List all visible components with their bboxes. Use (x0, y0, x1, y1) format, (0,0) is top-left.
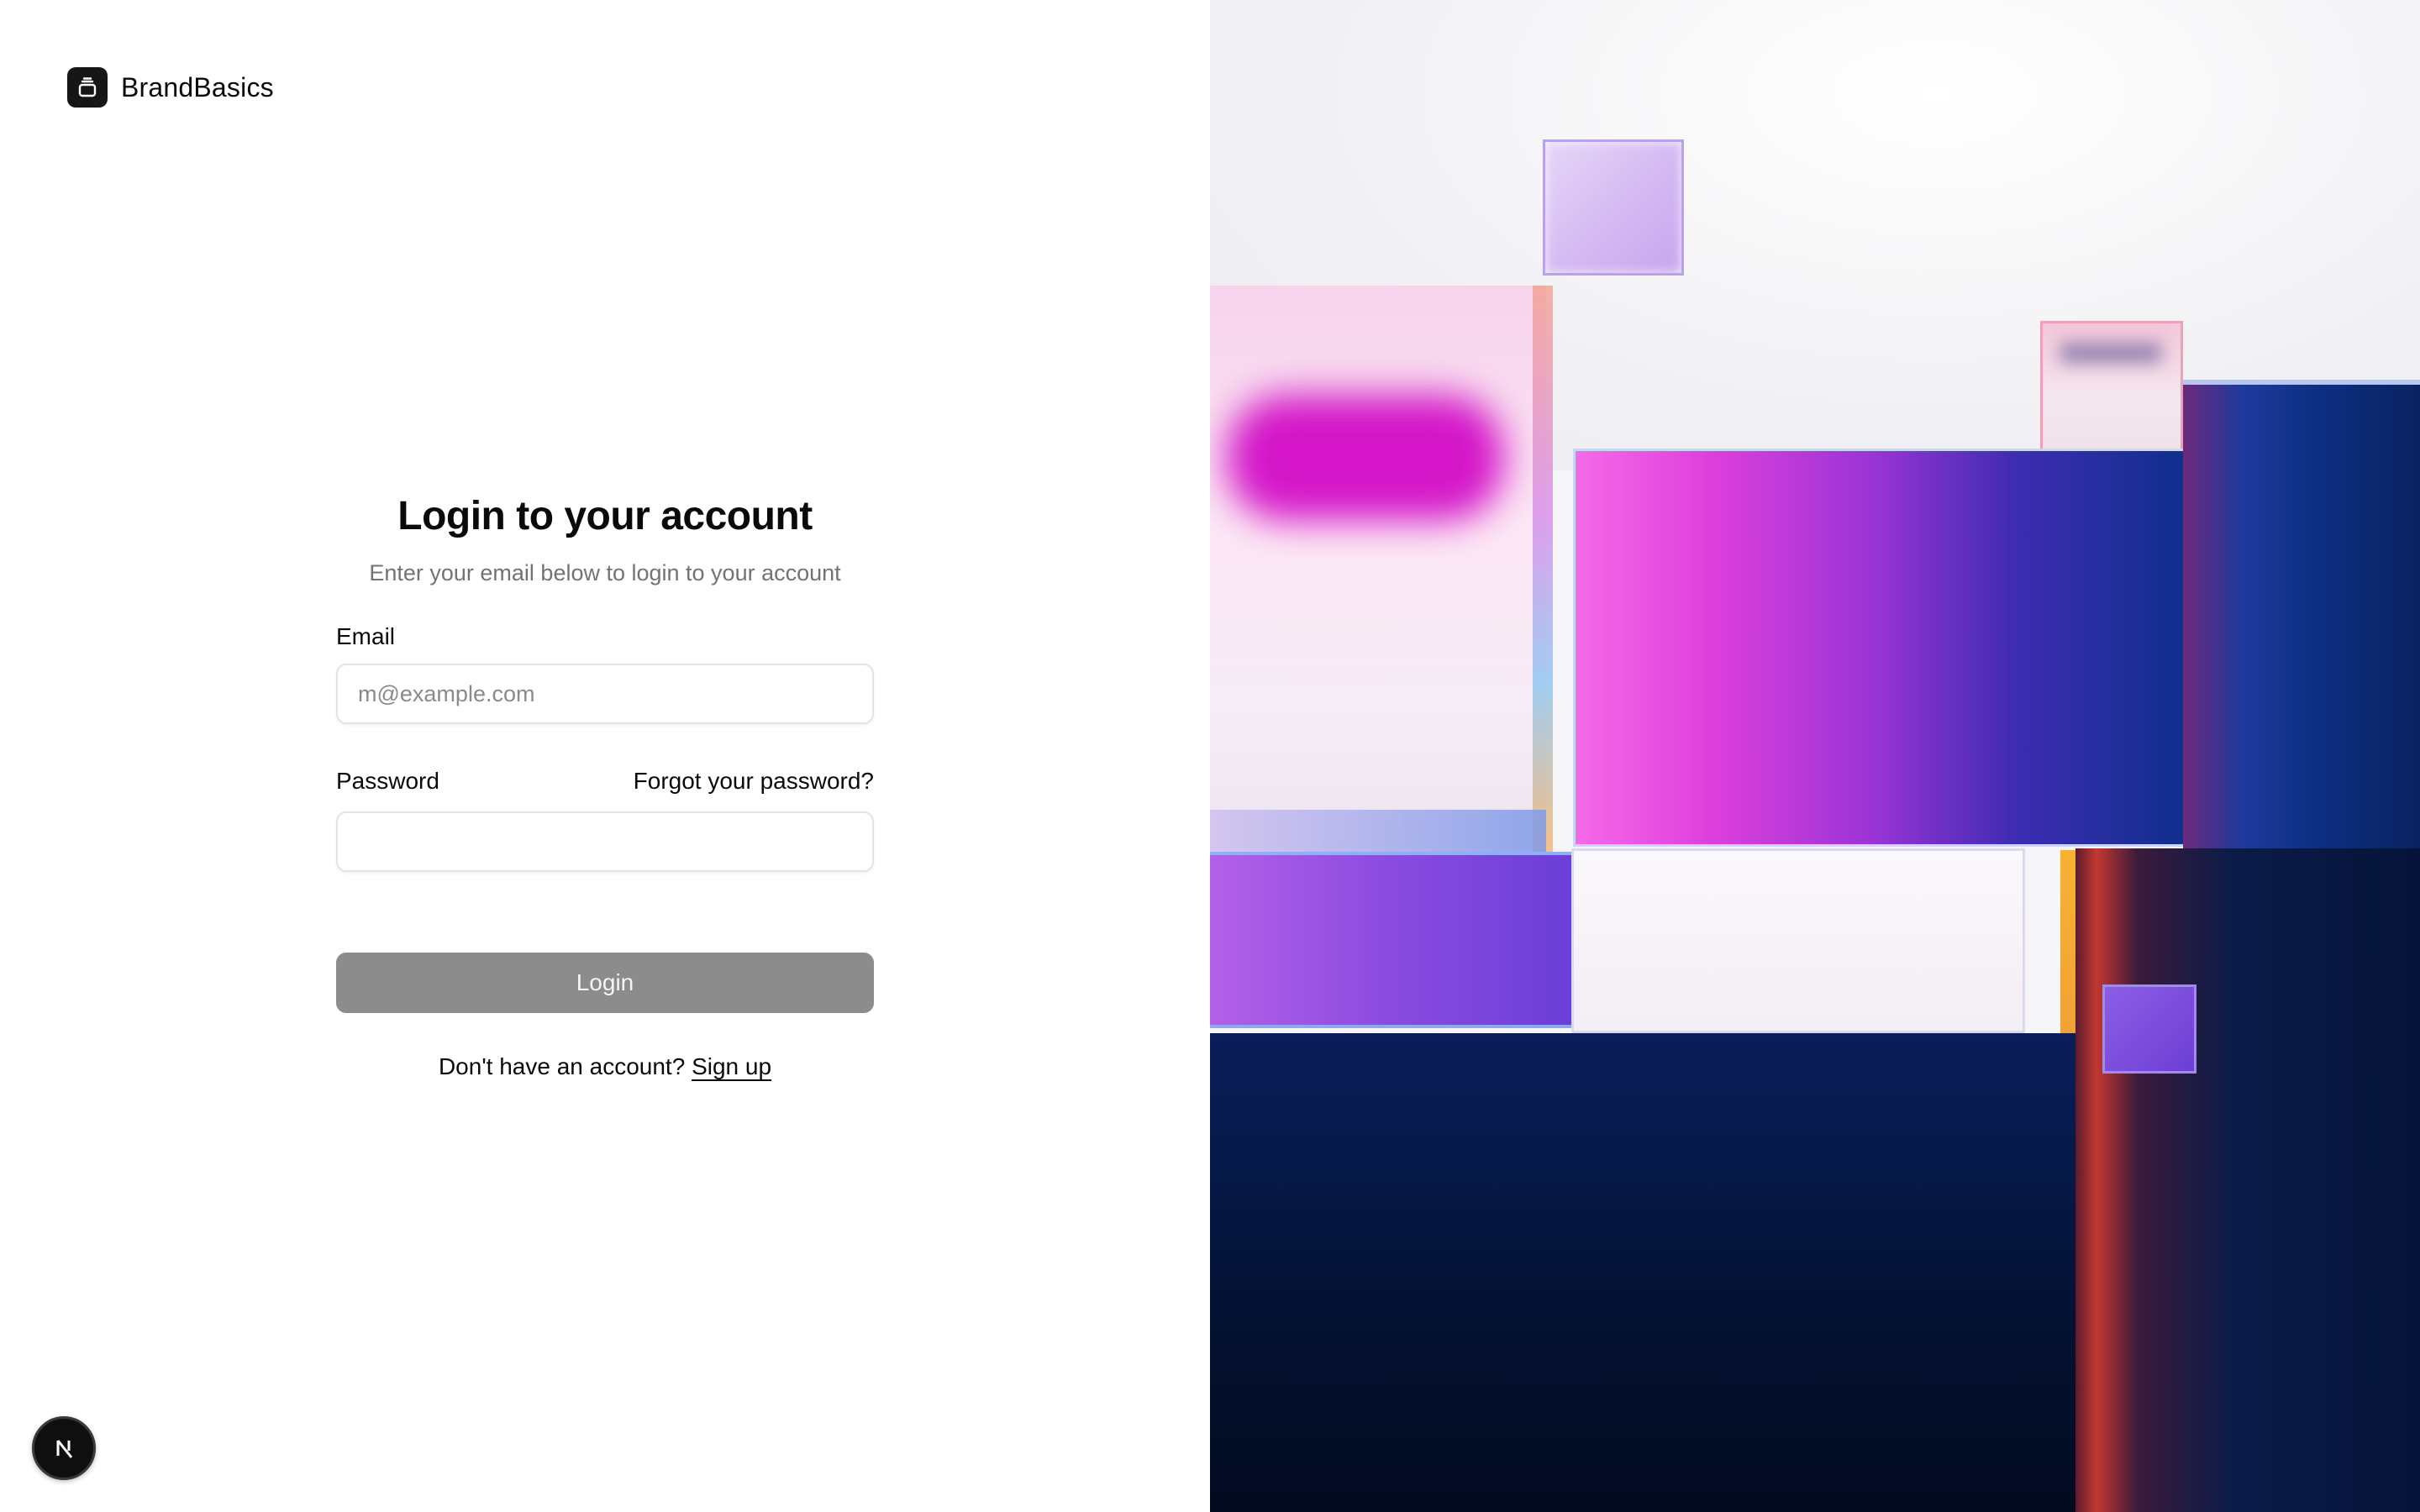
email-label: Email (336, 623, 396, 649)
page-subtitle: Enter your email below to login to your … (369, 560, 841, 585)
email-field[interactable] (336, 664, 874, 724)
brand-name: BrandBasics (121, 71, 274, 102)
glass-column-navy-right (2183, 380, 2420, 850)
login-page: BrandBasics Login to your account Enter … (0, 0, 2420, 1512)
signup-link[interactable]: Sign up (692, 1053, 771, 1079)
violet-block-top-edge (1210, 810, 1546, 852)
glass-column-red-glow (2075, 848, 2420, 1512)
password-label: Password (336, 768, 439, 794)
signup-prompt: Don't have an account? (438, 1053, 686, 1079)
stacked-box-icon (67, 67, 108, 108)
password-field[interactable] (336, 811, 874, 872)
glass-block-navy-bottom (1210, 1033, 2075, 1512)
signup-row: Don't have an account? Sign up (336, 1053, 874, 1080)
small-cube-shadow (2060, 343, 2161, 363)
glass-panel-magenta-navy (1573, 449, 2191, 847)
forgot-password-link[interactable]: Forgot your password? (634, 768, 874, 795)
login-panel: BrandBasics Login to your account Enter … (0, 0, 1210, 1512)
glass-cube-small-bottom (2102, 984, 2196, 1074)
glass-block-pink-left (1210, 286, 1546, 848)
glass-edge-left (1533, 286, 1553, 853)
glass-cube-small-right (2040, 321, 2183, 452)
glass-block-pale-center (1571, 848, 2025, 1033)
glass-column-edge (2183, 380, 2420, 385)
password-label-row: Password Forgot your password? (336, 766, 874, 796)
glass-cube-small-top (1543, 139, 1684, 276)
decorative-artwork (1210, 0, 2420, 1512)
brand-logo[interactable]: BrandBasics (67, 67, 274, 108)
login-form: Login to your account Enter your email b… (336, 487, 874, 1080)
orange-edge-highlight (2060, 850, 2077, 1033)
glass-block-violet (1210, 852, 1571, 1028)
page-title: Login to your account (397, 494, 813, 538)
login-button[interactable]: Login (336, 953, 874, 1013)
nextjs-icon[interactable] (32, 1416, 96, 1480)
magenta-glow (1227, 395, 1504, 521)
